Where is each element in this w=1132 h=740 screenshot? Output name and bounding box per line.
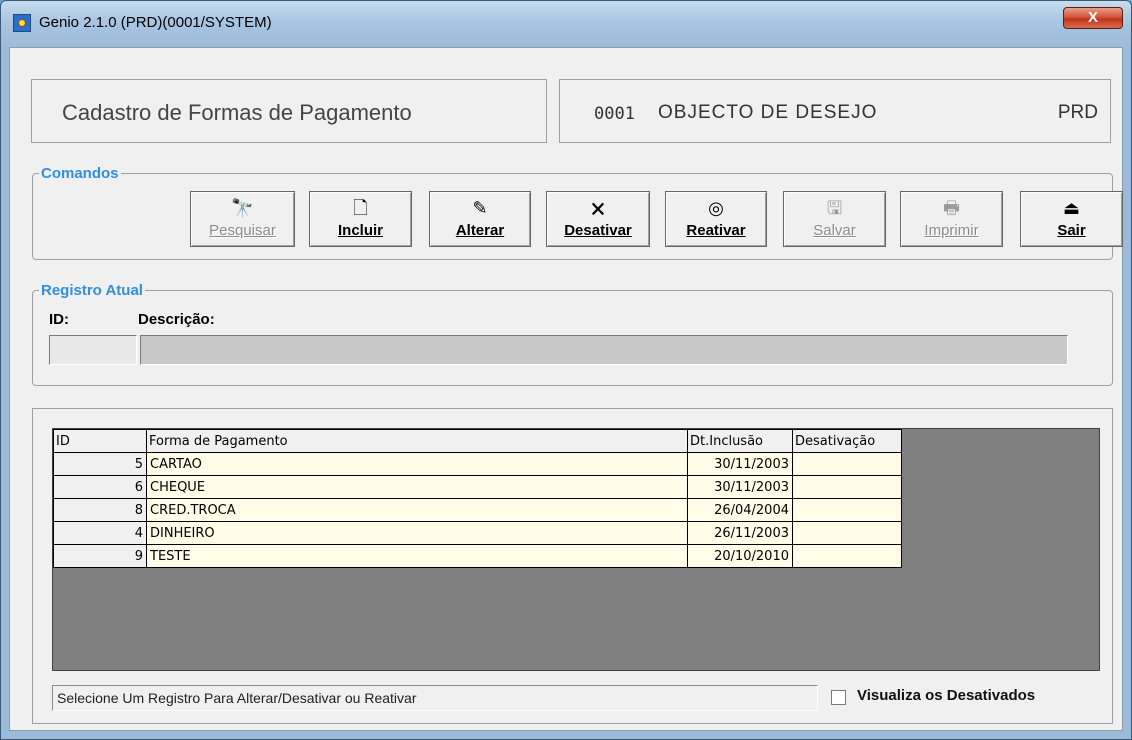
company-name: OBJECTO DE DESEJO [658,102,878,123]
cell-desativacao[interactable] [792,498,902,522]
desativar-button[interactable]: 🗙 Desativar [546,191,650,247]
title-bar[interactable]: Genio 2.1.0 (PRD)(0001/SYSTEM) X [1,1,1131,47]
column-header-desativacao[interactable]: Desativação [792,429,902,453]
new-document-icon: 🗋 [353,198,368,218]
description-field[interactable] [140,335,1068,365]
application-window: Genio 2.1.0 (PRD)(0001/SYSTEM) X Cadastr… [0,0,1132,740]
button-label: Alterar [455,222,505,239]
screen-title-panel: Cadastro de Formas de Pagamento [31,79,547,143]
cell-id[interactable]: 6 [53,475,147,499]
column-header-inclusao[interactable]: Dt.Inclusão [687,429,793,453]
button-label: Incluir [337,222,383,239]
window-title: Genio 2.1.0 (PRD)(0001/SYSTEM) [39,14,272,31]
show-deactivated-label[interactable]: Visualiza os Desativados [857,687,1035,704]
button-label: Sair [1057,222,1086,239]
table-row[interactable]: 4 DINHEIRO 26/11/2003 [53,521,902,545]
sair-button[interactable]: ⏏ Sair [1020,191,1123,247]
button-label: Desativar [564,222,632,239]
environment-label: PRD [1057,102,1098,123]
commands-group: Comandos 🔭 Pesquisar 🗋 Incluir ✎ Alterar 🗙 Desa… [32,165,1123,260]
current-record-legend: Registro Atual [39,282,145,299]
grid-panel: ID Forma de Pagamento Dt.Inclusão Desati… [32,408,1113,724]
cell-id[interactable]: 8 [53,498,147,522]
cell-desativacao[interactable] [792,475,902,499]
status-bar: Selecione Um Registro Para Alterar/Desat… [52,685,818,711]
exit-icon: ⏏ [1062,198,1080,218]
button-label: Pesquisar [209,222,276,239]
save-icon: 🖫 [826,198,843,218]
cell-inclusao[interactable]: 26/04/2004 [687,498,793,522]
cell-inclusao[interactable]: 20/10/2010 [687,544,793,568]
company-panel: 0001 OBJECTO DE DESEJO PRD [559,79,1111,143]
button-label: Imprimir [924,222,979,239]
cell-desativacao[interactable] [792,544,902,568]
imprimir-button[interactable]: 🖶 Imprimir [900,191,1003,247]
show-deactivated-checkbox[interactable] [831,690,846,705]
cell-forma[interactable]: DINHEIRO [146,521,688,545]
client-area: Cadastro de Formas de Pagamento 0001 OBJ… [9,47,1123,731]
table-header-row: ID Forma de Pagamento Dt.Inclusão Desati… [53,429,902,453]
id-field[interactable] [49,335,137,365]
column-header-forma[interactable]: Forma de Pagamento [146,429,688,453]
cell-desativacao[interactable] [792,452,902,476]
payment-methods-table[interactable]: ID Forma de Pagamento Dt.Inclusão Desati… [53,429,902,568]
binoculars-icon: 🔭 [231,198,254,218]
table-row[interactable]: 5 CARTAO 30/11/2003 [53,452,902,476]
cell-id[interactable]: 4 [53,521,147,545]
reativar-button[interactable]: ◎ Reativar [665,191,767,247]
company-code: 0001 [594,104,635,124]
alterar-button[interactable]: ✎ Alterar [429,191,531,247]
commands-legend: Comandos [39,165,121,182]
id-label: ID: [49,311,69,328]
cell-inclusao[interactable]: 30/11/2003 [687,452,793,476]
current-record-group: Registro Atual ID: Descrição: [32,282,1113,386]
reactivate-icon: ◎ [708,198,724,218]
cell-forma[interactable]: CHEQUE [146,475,688,499]
app-icon[interactable] [13,14,31,32]
printer-icon: 🖶 [943,198,960,218]
cell-forma[interactable]: TESTE [146,544,688,568]
button-label: Salvar [813,222,856,239]
pencil-icon: ✎ [472,198,488,218]
cell-id[interactable]: 9 [53,544,147,568]
description-label: Descrição: [138,311,215,328]
cell-forma[interactable]: CRED.TROCA [146,498,688,522]
table-row[interactable]: 9 TESTE 20/10/2010 [53,544,902,568]
cell-id[interactable]: 5 [53,452,147,476]
button-label: Reativar [686,222,746,239]
data-grid[interactable]: ID Forma de Pagamento Dt.Inclusão Desati… [52,428,1100,671]
table-row[interactable]: 8 CRED.TROCA 26/04/2004 [53,498,902,522]
salvar-button[interactable]: 🖫 Salvar [783,191,886,247]
column-header-id[interactable]: ID [53,429,147,453]
cell-inclusao[interactable]: 26/11/2003 [687,521,793,545]
pesquisar-button[interactable]: 🔭 Pesquisar [190,191,295,247]
incluir-button[interactable]: 🗋 Incluir [309,191,412,247]
cell-inclusao[interactable]: 30/11/2003 [687,475,793,499]
table-row[interactable]: 6 CHEQUE 30/11/2003 [53,475,902,499]
close-button[interactable]: X [1063,7,1123,29]
screen-title: Cadastro de Formas de Pagamento [62,100,412,125]
delete-document-icon: 🗙 [591,198,605,218]
cell-desativacao[interactable] [792,521,902,545]
cell-forma[interactable]: CARTAO [146,452,688,476]
